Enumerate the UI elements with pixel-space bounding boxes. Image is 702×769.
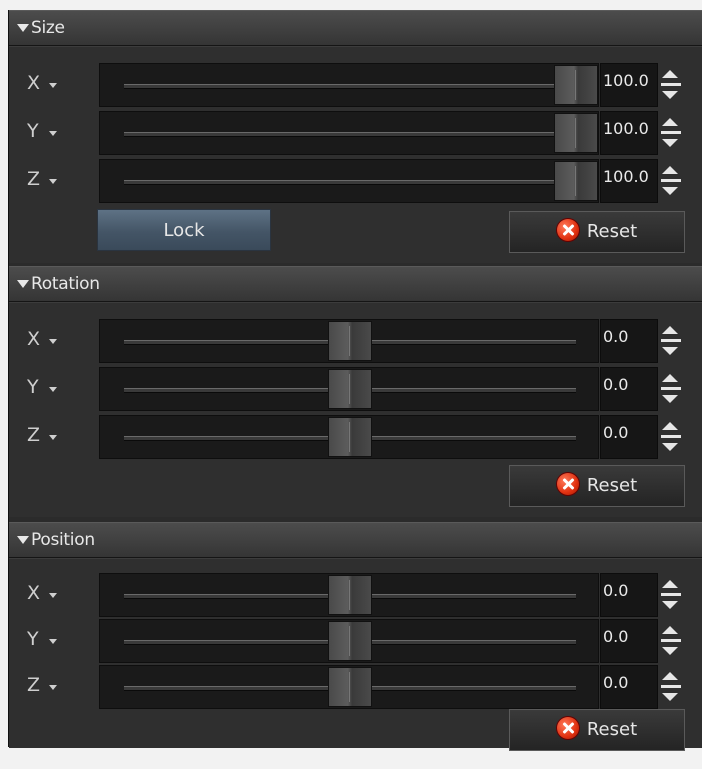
collapse-triangle-icon[interactable] bbox=[17, 280, 29, 288]
spin-up-down-icon[interactable] bbox=[659, 575, 683, 615]
rotation-x-slider[interactable] bbox=[99, 319, 599, 363]
caret-down-icon[interactable] bbox=[49, 435, 57, 440]
slider-track bbox=[124, 180, 576, 185]
position-x-value[interactable]: 0.0 bbox=[600, 573, 658, 617]
axis-label[interactable]: X bbox=[27, 328, 40, 350]
position-reset-button[interactable]: Reset bbox=[509, 709, 685, 751]
size-section-header[interactable]: Size bbox=[9, 10, 702, 46]
spin-up-down-icon[interactable] bbox=[659, 161, 683, 201]
slider-track bbox=[124, 132, 576, 137]
position-row-y: Y 0.0 bbox=[9, 619, 702, 663]
slider-thumb[interactable] bbox=[328, 621, 372, 661]
reset-label: Reset bbox=[586, 475, 638, 496]
size-section-body: X 100.0 Y 100.0 Z 100.0 Lock Reset bbox=[9, 46, 702, 263]
axis-label[interactable]: Z bbox=[27, 168, 40, 190]
slider-thumb[interactable] bbox=[328, 575, 372, 615]
size-reset-button[interactable]: Reset bbox=[509, 211, 685, 253]
size-row-y: Y 100.0 bbox=[9, 111, 702, 155]
slider-thumb[interactable] bbox=[328, 667, 372, 707]
collapse-triangle-icon[interactable] bbox=[17, 536, 29, 544]
size-x-value[interactable]: 100.0 bbox=[600, 63, 658, 107]
rotation-reset-button[interactable]: Reset bbox=[509, 465, 685, 507]
slider-thumb[interactable] bbox=[328, 417, 372, 457]
axis-label[interactable]: X bbox=[27, 582, 40, 604]
reset-x-icon bbox=[556, 473, 579, 495]
reset-label: Reset bbox=[586, 719, 638, 740]
rotation-section-title: Rotation bbox=[31, 274, 100, 294]
size-z-slider[interactable] bbox=[99, 159, 599, 203]
slider-thumb[interactable] bbox=[328, 369, 372, 409]
caret-down-icon[interactable] bbox=[49, 179, 57, 184]
slider-thumb[interactable] bbox=[554, 161, 598, 201]
rotation-row-z: Z 0.0 bbox=[9, 415, 702, 459]
rotation-z-value[interactable]: 0.0 bbox=[600, 415, 658, 459]
caret-down-icon[interactable] bbox=[49, 339, 57, 344]
rotation-y-value[interactable]: 0.0 bbox=[600, 367, 658, 411]
spin-up-down-icon[interactable] bbox=[659, 369, 683, 409]
axis-label[interactable]: X bbox=[27, 72, 40, 94]
size-z-value[interactable]: 100.0 bbox=[600, 159, 658, 203]
position-y-slider[interactable] bbox=[99, 619, 599, 663]
rotation-row-y: Y 0.0 bbox=[9, 367, 702, 411]
slider-thumb[interactable] bbox=[328, 321, 372, 361]
reset-x-icon bbox=[556, 219, 579, 241]
reset-x-icon bbox=[556, 717, 579, 739]
axis-label[interactable]: Z bbox=[27, 674, 40, 696]
spin-up-down-icon[interactable] bbox=[659, 621, 683, 661]
size-y-value[interactable]: 100.0 bbox=[600, 111, 658, 155]
position-row-z: Z 0.0 bbox=[9, 665, 702, 709]
axis-label[interactable]: Z bbox=[27, 424, 40, 446]
position-row-x: X 0.0 bbox=[9, 573, 702, 617]
size-y-slider[interactable] bbox=[99, 111, 599, 155]
position-y-value[interactable]: 0.0 bbox=[600, 619, 658, 663]
reset-label: Reset bbox=[586, 221, 638, 242]
axis-label[interactable]: Y bbox=[27, 376, 39, 398]
position-section-body: X 0.0 Y 0.0 Z 0.0 Reset bbox=[9, 558, 702, 751]
caret-down-icon[interactable] bbox=[49, 685, 57, 690]
lock-button[interactable]: Lock bbox=[97, 209, 271, 251]
position-z-slider[interactable] bbox=[99, 665, 599, 709]
caret-down-icon[interactable] bbox=[49, 387, 57, 392]
position-x-slider[interactable] bbox=[99, 573, 599, 617]
caret-down-icon[interactable] bbox=[49, 593, 57, 598]
size-section-title: Size bbox=[31, 18, 65, 38]
spin-up-down-icon[interactable] bbox=[659, 65, 683, 105]
size-row-z: Z 100.0 bbox=[9, 159, 702, 203]
collapse-triangle-icon[interactable] bbox=[17, 24, 29, 32]
position-z-value[interactable]: 0.0 bbox=[600, 665, 658, 709]
spin-up-down-icon[interactable] bbox=[659, 321, 683, 361]
slider-track bbox=[124, 84, 576, 89]
spin-up-down-icon[interactable] bbox=[659, 667, 683, 707]
rotation-z-slider[interactable] bbox=[99, 415, 599, 459]
position-section-header[interactable]: Position bbox=[9, 522, 702, 558]
rotation-section-header[interactable]: Rotation bbox=[9, 266, 702, 302]
size-row-x: X 100.0 bbox=[9, 63, 702, 107]
caret-down-icon[interactable] bbox=[49, 131, 57, 136]
position-section: Position X 0.0 Y 0.0 Z 0.0 Reset bbox=[9, 522, 702, 751]
slider-thumb[interactable] bbox=[554, 65, 598, 105]
size-x-slider[interactable] bbox=[99, 63, 599, 107]
size-section: Size X 100.0 Y 100.0 Z 100.0 Lock Reset bbox=[9, 10, 702, 263]
position-section-title: Position bbox=[31, 530, 95, 550]
axis-label[interactable]: Y bbox=[27, 628, 39, 650]
rotation-section: Rotation X 0.0 Y 0.0 Z 0.0 Reset bbox=[9, 266, 702, 517]
slider-thumb[interactable] bbox=[554, 113, 598, 153]
properties-panel: Size X 100.0 Y 100.0 Z 100.0 Lock Reset … bbox=[8, 10, 702, 751]
caret-down-icon[interactable] bbox=[49, 83, 57, 88]
spin-up-down-icon[interactable] bbox=[659, 417, 683, 457]
spin-up-down-icon[interactable] bbox=[659, 113, 683, 153]
rotation-x-value[interactable]: 0.0 bbox=[600, 319, 658, 363]
caret-down-icon[interactable] bbox=[49, 639, 57, 644]
rotation-section-body: X 0.0 Y 0.0 Z 0.0 Reset bbox=[9, 302, 702, 517]
axis-label[interactable]: Y bbox=[27, 120, 39, 142]
rotation-row-x: X 0.0 bbox=[9, 319, 702, 363]
rotation-y-slider[interactable] bbox=[99, 367, 599, 411]
